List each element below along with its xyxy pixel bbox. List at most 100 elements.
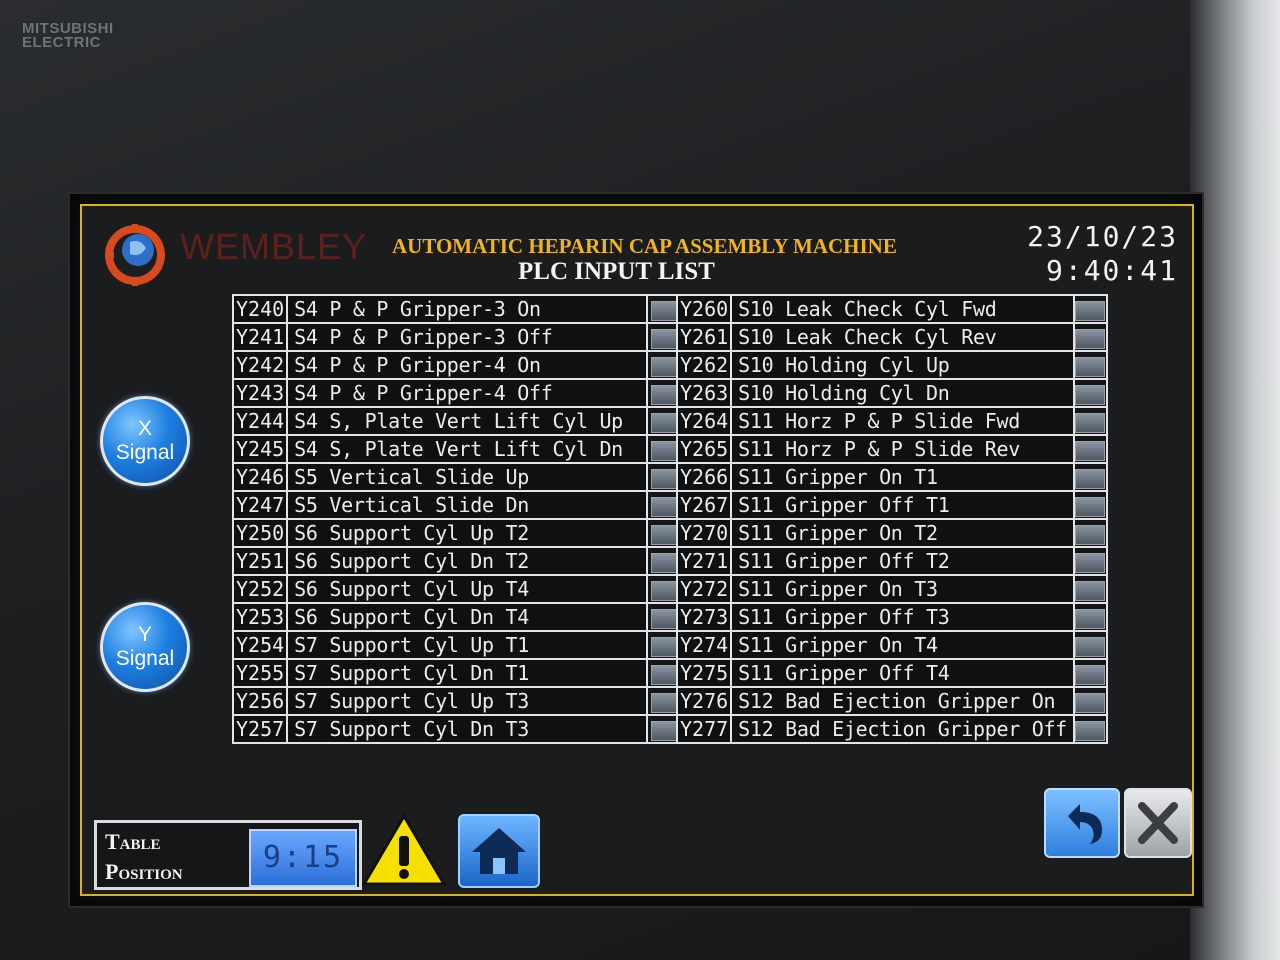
screen-title: PLC INPUT LIST — [518, 258, 715, 285]
status-lamp-icon — [1075, 300, 1106, 321]
output-address: Y250 — [231, 518, 289, 548]
output-row: Y245 S4 S, Plate Vert Lift Cyl Dn — [231, 434, 686, 464]
output-description: S11 Gripper On T3 — [730, 574, 1075, 604]
output-address: Y256 — [231, 686, 289, 716]
output-row: Y263 S10 Holding Cyl Dn — [675, 378, 1109, 408]
output-address: Y257 — [231, 714, 289, 744]
output-description: S4 P & P Gripper-3 Off — [286, 322, 648, 352]
x-signal-line1: X — [137, 417, 152, 440]
output-description: S5 Vertical Slide Dn — [286, 490, 648, 520]
status-lamp-cell — [1072, 602, 1109, 632]
machine-title: AUTOMATIC HEPARIN CAP ASSEMBLY MACHINE — [392, 234, 897, 258]
status-lamp-cell — [1072, 462, 1109, 492]
output-description: S7 Support Cyl Up T1 — [286, 630, 648, 660]
output-description: S11 Gripper Off T1 — [730, 490, 1075, 520]
output-address: Y273 — [675, 602, 733, 632]
x-signal-line2: Signal — [115, 441, 175, 464]
output-description: S10 Leak Check Cyl Rev — [730, 322, 1075, 352]
table-position-box: Table Position 9:15 — [94, 820, 362, 890]
output-description: S6 Support Cyl Dn T4 — [286, 602, 648, 632]
y-signal-line1: Y — [137, 623, 152, 646]
output-address: Y275 — [675, 658, 733, 688]
output-address: Y254 — [231, 630, 289, 660]
output-address: Y243 — [231, 378, 289, 408]
output-description: S4 S, Plate Vert Lift Cyl Dn — [286, 434, 648, 464]
back-arrow-icon — [1068, 804, 1102, 844]
date-display: 23/10/23 — [1027, 220, 1178, 253]
output-row: Y255 S7 Support Cyl Dn T1 — [231, 658, 686, 688]
output-row: Y264 S11 Horz P & P Slide Fwd — [675, 406, 1109, 436]
output-row: Y274 S11 Gripper On T4 — [675, 630, 1109, 660]
table-position-label-line1: Table — [105, 829, 161, 854]
output-address: Y251 — [231, 546, 289, 576]
output-description: S10 Leak Check Cyl Fwd — [730, 294, 1075, 324]
status-lamp-icon — [1075, 692, 1106, 713]
output-description: S11 Gripper On T1 — [730, 462, 1075, 492]
status-lamp-cell — [1072, 714, 1109, 744]
output-address: Y252 — [231, 574, 289, 604]
output-description: S11 Horz P & P Slide Rev — [730, 434, 1075, 464]
output-description: S7 Support Cyl Up T3 — [286, 686, 648, 716]
warning-icon[interactable] — [362, 812, 446, 888]
output-description: S10 Holding Cyl Up — [730, 350, 1075, 380]
output-address: Y270 — [675, 518, 733, 548]
output-address: Y242 — [231, 350, 289, 380]
output-description: S6 Support Cyl Up T4 — [286, 574, 648, 604]
output-address: Y240 — [231, 294, 289, 324]
status-lamp-cell — [1072, 546, 1109, 576]
hmi-panel: WEMBLEY AUTOMATIC HEPARIN CAP ASSEMBLY M… — [80, 204, 1194, 896]
output-description: S10 Holding Cyl Dn — [730, 378, 1075, 408]
output-address: Y272 — [675, 574, 733, 604]
output-description: S6 Support Cyl Dn T2 — [286, 546, 648, 576]
output-row: Y253 S6 Support Cyl Dn T4 — [231, 602, 686, 632]
output-description: S4 S, Plate Vert Lift Cyl Up — [286, 406, 648, 436]
output-row: Y270 S11 Gripper On T2 — [675, 518, 1109, 548]
status-lamp-icon — [1075, 440, 1106, 461]
y-signal-button[interactable]: Y Signal — [100, 602, 190, 692]
status-lamp-icon — [1075, 636, 1106, 657]
status-lamp-icon — [1075, 524, 1106, 545]
table-position-label: Table Position — [105, 827, 183, 887]
output-row: Y246 S5 Vertical Slide Up — [231, 462, 686, 492]
output-row: Y260 S10 Leak Check Cyl Fwd — [675, 294, 1109, 324]
output-description: S11 Horz P & P Slide Fwd — [730, 406, 1075, 436]
y-signal-line2: Signal — [115, 647, 175, 670]
status-lamp-cell — [1072, 686, 1109, 716]
output-address: Y255 — [231, 658, 289, 688]
x-signal-button[interactable]: X Signal — [100, 396, 190, 486]
output-row: Y271 S11 Gripper Off T2 — [675, 546, 1109, 576]
output-address: Y271 — [675, 546, 733, 576]
back-button[interactable] — [1044, 788, 1120, 858]
output-description: S5 Vertical Slide Up — [286, 462, 648, 492]
status-lamp-icon — [1075, 496, 1106, 517]
output-description: S4 P & P Gripper-4 Off — [286, 378, 648, 408]
close-button[interactable] — [1124, 788, 1192, 858]
brand-line-2: ELECTRIC — [22, 34, 101, 51]
output-row: Y272 S11 Gripper On T3 — [675, 574, 1109, 604]
home-button[interactable] — [458, 814, 540, 888]
output-description: S12 Bad Ejection Gripper On — [730, 686, 1075, 716]
output-address: Y260 — [675, 294, 733, 324]
output-description: S6 Support Cyl Up T2 — [286, 518, 648, 548]
status-lamp-icon — [1075, 356, 1106, 377]
output-row: Y240 S4 P & P Gripper-3 On — [231, 294, 686, 324]
output-description: S7 Support Cyl Dn T1 — [286, 658, 648, 688]
datetime-display: 23/10/23 9:40:41 — [1027, 220, 1178, 288]
output-row: Y267 S11 Gripper Off T1 — [675, 490, 1109, 520]
status-lamp-icon — [1075, 412, 1106, 433]
output-address: Y267 — [675, 490, 733, 520]
output-row: Y241 S4 P & P Gripper-3 Off — [231, 322, 686, 352]
output-address: Y253 — [231, 602, 289, 632]
output-row: Y276 S12 Bad Ejection Gripper On — [675, 686, 1109, 716]
time-display: 9:40:41 — [1045, 254, 1178, 287]
output-description: S4 P & P Gripper-4 On — [286, 350, 648, 380]
status-lamp-icon — [1075, 328, 1106, 349]
output-description: S12 Bad Ejection Gripper Off — [730, 714, 1075, 744]
hmi-screen: WEMBLEY AUTOMATIC HEPARIN CAP ASSEMBLY M… — [68, 192, 1204, 908]
output-address: Y247 — [231, 490, 289, 520]
table-position-label-line2: Position — [105, 859, 183, 884]
output-address: Y266 — [675, 462, 733, 492]
output-row: Y266 S11 Gripper On T1 — [675, 462, 1109, 492]
output-row: Y243 S4 P & P Gripper-4 Off — [231, 378, 686, 408]
status-lamp-icon — [1075, 720, 1106, 741]
